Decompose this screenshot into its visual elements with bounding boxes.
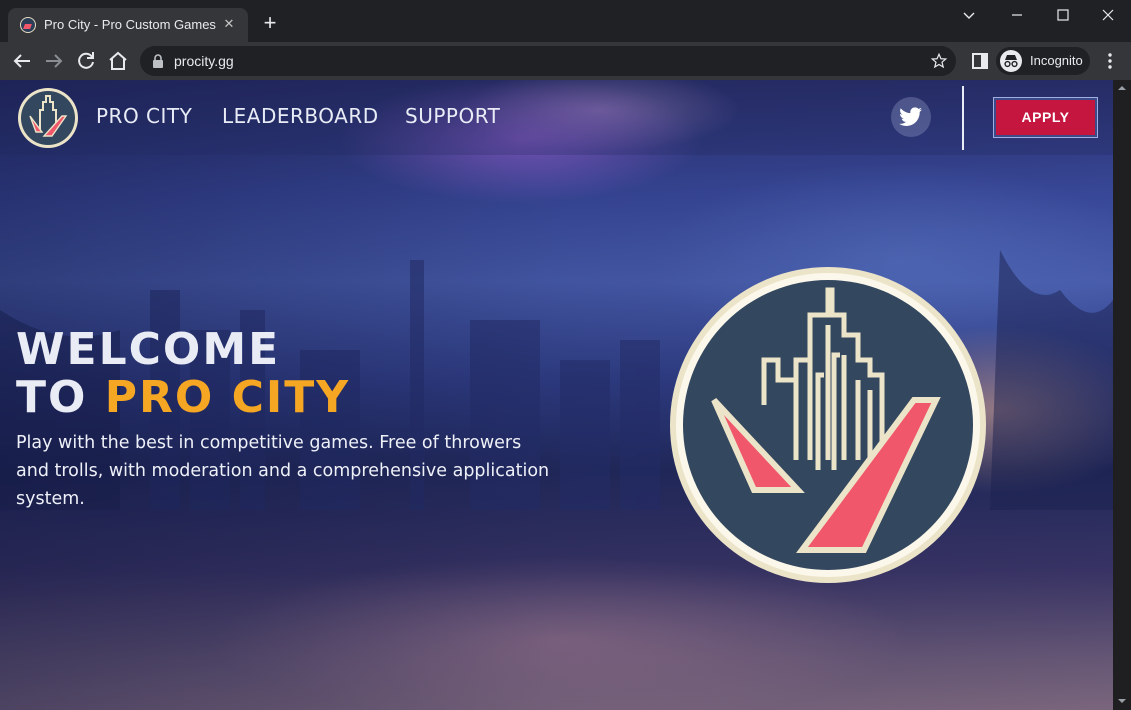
headline-prefix: TO bbox=[16, 372, 105, 423]
star-icon[interactable] bbox=[930, 52, 948, 70]
hero-subtext: Play with the best in competitive games.… bbox=[16, 433, 550, 509]
pro-city-emblem-icon bbox=[670, 267, 986, 583]
tab-favicon-icon bbox=[20, 17, 36, 33]
nav-link-support[interactable]: SUPPORT bbox=[405, 104, 500, 128]
close-window-icon[interactable] bbox=[1085, 0, 1131, 32]
url-text: procity.gg bbox=[174, 53, 234, 69]
tab-strip: Pro City - Pro Custom Games ✕ + bbox=[0, 0, 1131, 42]
tab-search-chevron-down-icon[interactable] bbox=[946, 0, 992, 32]
back-arrow-icon[interactable] bbox=[10, 49, 34, 73]
forward-arrow-icon[interactable] bbox=[42, 49, 66, 73]
minimize-icon[interactable] bbox=[994, 0, 1040, 32]
browser-tab[interactable]: Pro City - Pro Custom Games ✕ bbox=[8, 8, 248, 42]
headline-line-2: TO PRO CITY bbox=[16, 374, 350, 422]
kebab-menu-icon[interactable] bbox=[1098, 49, 1122, 73]
nav-link-pro-city[interactable]: PRO CITY bbox=[96, 104, 192, 128]
headline-line-1: WELCOME bbox=[16, 324, 281, 375]
side-panel-icon[interactable] bbox=[968, 49, 992, 73]
page-scrollbar[interactable] bbox=[1113, 80, 1131, 710]
apply-button[interactable]: APPLY bbox=[993, 97, 1098, 138]
nav-link-leaderboard[interactable]: LEADERBOARD bbox=[222, 104, 379, 128]
scroll-up-arrow-icon[interactable] bbox=[1113, 80, 1131, 96]
new-tab-button[interactable]: + bbox=[258, 12, 282, 36]
incognito-label: Incognito bbox=[1030, 53, 1083, 68]
reload-icon[interactable] bbox=[74, 49, 98, 73]
nav-divider bbox=[962, 86, 964, 150]
incognito-indicator[interactable]: Incognito bbox=[996, 47, 1090, 75]
hero-headline: WELCOME TO PRO CITY bbox=[16, 326, 350, 422]
maximize-icon[interactable] bbox=[1040, 0, 1086, 32]
tab-close-icon[interactable]: ✕ bbox=[220, 16, 238, 34]
incognito-icon bbox=[1000, 50, 1022, 72]
headline-accent: PRO CITY bbox=[104, 372, 351, 423]
home-icon[interactable] bbox=[106, 49, 130, 73]
lock-icon[interactable] bbox=[152, 54, 164, 68]
browser-toolbar: procity.gg Incognito bbox=[0, 42, 1131, 80]
tab-title: Pro City - Pro Custom Games bbox=[44, 17, 216, 32]
scroll-down-arrow-icon[interactable] bbox=[1113, 692, 1131, 710]
page-viewport: PRO CITY LEADERBOARD SUPPORT APPLY WELCO… bbox=[0, 80, 1131, 710]
twitter-button[interactable] bbox=[891, 97, 931, 137]
address-bar[interactable]: procity.gg bbox=[140, 46, 956, 76]
twitter-icon bbox=[899, 107, 922, 126]
site-nav: PRO CITY LEADERBOARD SUPPORT APPLY bbox=[0, 80, 1113, 155]
pro-city-logo-icon[interactable] bbox=[16, 86, 80, 150]
